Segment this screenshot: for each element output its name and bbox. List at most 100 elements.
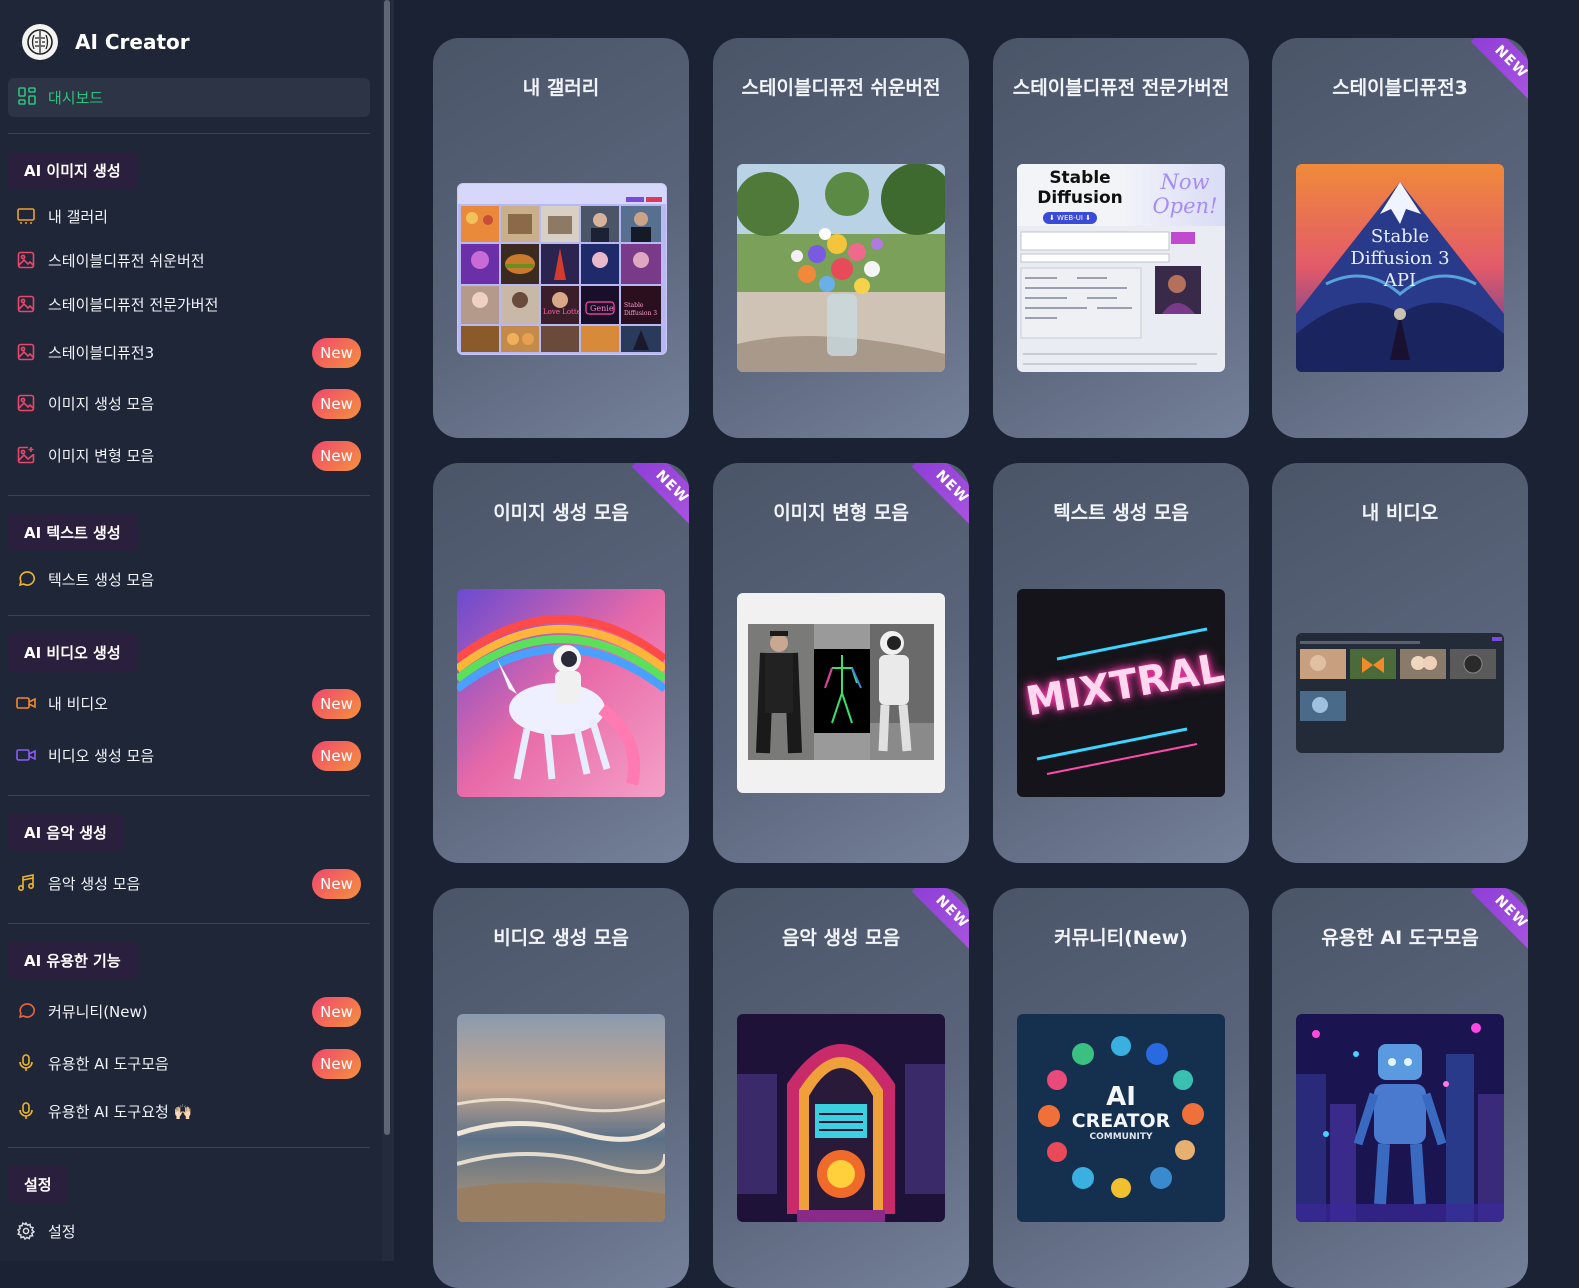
new-badge: New bbox=[312, 741, 361, 771]
divider bbox=[8, 795, 370, 796]
sidebar-item-dashboard[interactable]: 대시보드 bbox=[8, 78, 370, 117]
brand[interactable]: AI Creator bbox=[22, 24, 190, 60]
community-thumb-big: AI bbox=[1106, 1082, 1136, 1112]
community-logo-image: AI CREATOR COMMUNITY bbox=[1017, 1014, 1225, 1222]
section-ai-text: AI 텍스트 생성 bbox=[8, 513, 137, 551]
sd-webui-image: Stable Diffusion ⬇ WEB-UI ⬇ Now Open! bbox=[1017, 164, 1225, 372]
sidebar-item-sd3[interactable]: 스테이블디퓨전3 New bbox=[0, 334, 370, 370]
sidebar-item-label: 텍스트 생성 모음 bbox=[48, 570, 155, 589]
sidebar-item-video-generation[interactable]: 비디오 생성 모음 New bbox=[0, 737, 370, 773]
sidebar-item-label: 비디오 생성 모음 bbox=[48, 746, 155, 765]
sidebar-item-ai-tools-request[interactable]: 유용한 AI 도구요청 🙌🏻 bbox=[0, 1093, 370, 1129]
section-ai-video: AI 비디오 생성 bbox=[8, 633, 137, 671]
new-badge: New bbox=[312, 389, 361, 419]
sidebar-item-my-video[interactable]: 내 비디오 New bbox=[0, 685, 370, 721]
section-ai-music: AI 음악 생성 bbox=[8, 813, 123, 851]
card-title: 유용한 AI 도구모음 bbox=[1321, 927, 1479, 949]
card-music-generation[interactable]: 음악 생성 모음 NEW bbox=[713, 888, 969, 1288]
astronaut-unicorn-image bbox=[457, 589, 665, 797]
section-ai-useful: AI 유용한 기능 bbox=[8, 941, 137, 979]
sidebar-item-label: 유용한 AI 도구모음 bbox=[48, 1054, 169, 1073]
card-title: 내 비디오 bbox=[1361, 502, 1439, 524]
sidebar-item-label: 설정 bbox=[48, 1222, 76, 1241]
card-image-generation[interactable]: 이미지 생성 모음 NEW bbox=[433, 463, 689, 863]
gallery-thumb-label: Love Lotte bbox=[543, 308, 581, 316]
card-text-generation[interactable]: 텍스트 생성 모음 MIXTRAL bbox=[993, 463, 1249, 863]
sidebar-item-ai-tools[interactable]: 유용한 AI 도구모음 New bbox=[0, 1045, 370, 1081]
microphone-icon bbox=[16, 1053, 36, 1073]
sidebar-item-community[interactable]: 커뮤니티(New) New bbox=[0, 993, 370, 1029]
card-my-video[interactable]: 내 비디오 bbox=[1272, 463, 1528, 863]
card-sd3[interactable]: 스테이블디퓨전3 Stable Diffusion 3 API NEW bbox=[1272, 38, 1528, 438]
sidebar-item-settings[interactable]: 설정 bbox=[0, 1213, 370, 1249]
dashboard-icon bbox=[18, 86, 36, 109]
card-sd-expert[interactable]: 스테이블디퓨전 전문가버전 Stable Diffusion ⬇ WEB-UI … bbox=[993, 38, 1249, 438]
sidebar-item-sd-easy[interactable]: 스테이블디퓨전 쉬운버전 bbox=[0, 242, 370, 278]
card-community[interactable]: 커뮤니티(New) AI CREATOR COMMUNITY bbox=[993, 888, 1249, 1288]
sidebar-item-text-generation[interactable]: 텍스트 생성 모음 bbox=[0, 561, 370, 597]
sidebar-item-image-generation[interactable]: 이미지 생성 모음 New bbox=[0, 385, 370, 421]
video-camera-icon bbox=[16, 745, 36, 765]
sd-thumb-now-open: Now Open! bbox=[1152, 170, 1218, 218]
card-image-transform[interactable]: 이미지 변형 모음 NEW bbox=[713, 463, 969, 863]
sd3-thumb-text: Stable Diffusion 3 API bbox=[1350, 226, 1450, 291]
new-badge: New bbox=[312, 1049, 361, 1079]
sidebar-item-label: 스테이블디퓨전 전문가버전 bbox=[48, 295, 219, 314]
flower-vase-image bbox=[737, 164, 945, 372]
card-my-gallery[interactable]: 내 갤러리 Love Lotte Genie Stable Diffusion … bbox=[433, 38, 689, 438]
sidebar-item-sd-expert[interactable]: 스테이블디퓨전 전문가버전 bbox=[0, 286, 370, 322]
gallery-thumb-label: Stable Diffusion 3 bbox=[624, 302, 658, 317]
pose-transform-image bbox=[737, 593, 945, 793]
video-list-screenshot bbox=[1296, 633, 1504, 753]
sd-thumb-pill: ⬇ WEB-UI ⬇ bbox=[1043, 212, 1097, 224]
video-camera-icon bbox=[16, 693, 36, 713]
gallery-icon bbox=[16, 206, 36, 226]
jukebox-image bbox=[737, 1014, 945, 1222]
sidebar-item-label: 스테이블디퓨전 쉬운버전 bbox=[48, 251, 205, 270]
music-note-icon bbox=[16, 873, 36, 893]
sidebar-item-music-generation[interactable]: 음악 생성 모음 New bbox=[0, 865, 370, 901]
new-badge: New bbox=[312, 689, 361, 719]
card-title: 이미지 생성 모음 bbox=[493, 502, 629, 524]
sidebar-item-label: 이미지 생성 모음 bbox=[48, 394, 155, 413]
brain-logo-icon bbox=[22, 24, 58, 60]
new-badge: New bbox=[312, 869, 361, 899]
divider bbox=[8, 133, 370, 134]
divider bbox=[8, 923, 370, 924]
image-icon bbox=[16, 250, 36, 270]
sidebar-item-label: 내 비디오 bbox=[48, 694, 108, 713]
card-title: 스테이블디퓨전 전문가버전 bbox=[1012, 77, 1230, 99]
sd-thumb-title: Stable Diffusion bbox=[1037, 168, 1123, 208]
card-title: 커뮤니티(New) bbox=[1054, 927, 1188, 949]
section-settings: 설정 bbox=[8, 1165, 68, 1203]
sidebar-item-label: 음악 생성 모음 bbox=[48, 874, 141, 893]
community-thumb-small: COMMUNITY bbox=[1089, 1132, 1153, 1142]
chat-bubble-icon bbox=[16, 569, 36, 589]
gallery-screenshot-image: Love Lotte Genie Stable Diffusion 3 bbox=[457, 183, 667, 355]
card-ai-tools[interactable]: 유용한 AI 도구모음 NEW bbox=[1272, 888, 1528, 1288]
card-title: 스테이블디퓨전3 bbox=[1332, 77, 1468, 99]
card-title: 이미지 변형 모음 bbox=[773, 502, 909, 524]
robot-city-image bbox=[1296, 1014, 1504, 1222]
divider bbox=[8, 495, 370, 496]
sidebar-item-my-gallery[interactable]: 내 갤러리 bbox=[0, 198, 370, 234]
card-video-generation[interactable]: 비디오 생성 모음 bbox=[433, 888, 689, 1288]
community-thumb-mid: CREATOR bbox=[1071, 1110, 1171, 1132]
new-badge: New bbox=[312, 441, 361, 471]
sidebar-scrollbar-thumb[interactable] bbox=[384, 0, 390, 1135]
sidebar: AI Creator 대시보드 AI 이미지 생성 내 갤러리 스테이블디퓨전 … bbox=[0, 0, 382, 1261]
gear-icon bbox=[16, 1221, 36, 1241]
mixtral-neon-image: MIXTRAL bbox=[1017, 589, 1225, 797]
sidebar-item-label: 이미지 변형 모음 bbox=[48, 446, 155, 465]
sidebar-item-label: 내 갤러리 bbox=[48, 207, 108, 226]
brand-title: AI Creator bbox=[75, 30, 190, 54]
sidebar-item-image-transform[interactable]: 이미지 변형 모음 New bbox=[0, 437, 370, 473]
gallery-thumb-label: Genie bbox=[590, 304, 614, 313]
card-title: 텍스트 생성 모음 bbox=[1053, 502, 1189, 524]
card-title: 비디오 생성 모음 bbox=[493, 927, 629, 949]
card-title: 음악 생성 모음 bbox=[781, 927, 901, 949]
card-title: 내 갤러리 bbox=[522, 77, 600, 99]
sidebar-item-label: 스테이블디퓨전3 bbox=[48, 343, 155, 362]
card-sd-easy[interactable]: 스테이블디퓨전 쉬운버전 bbox=[713, 38, 969, 438]
sidebar-item-label: 커뮤니티(New) bbox=[48, 1002, 148, 1021]
